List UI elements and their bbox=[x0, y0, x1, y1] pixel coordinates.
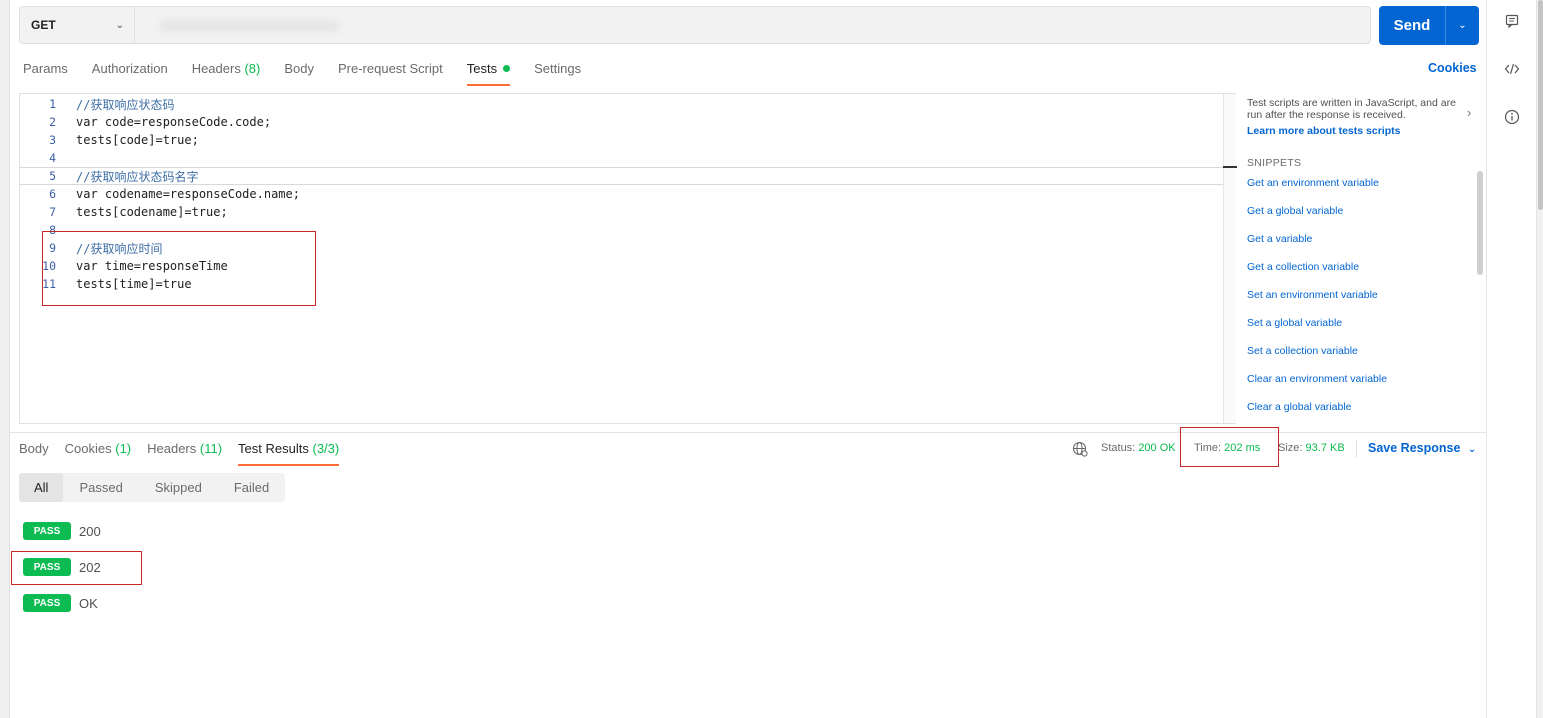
response-status: Status: 200 OK bbox=[1101, 442, 1176, 454]
window-scrollbar-thumb[interactable] bbox=[1538, 0, 1543, 210]
tab-params[interactable]: Params bbox=[23, 58, 68, 86]
tests-script-editor[interactable]: 1//获取响应状态码 2 var code=responseCode.code; … bbox=[19, 93, 1237, 424]
test-result-row: PASS 200 bbox=[23, 521, 101, 541]
editor-scroll-marker bbox=[1223, 166, 1237, 168]
snippet-item[interactable]: Get a collection variable bbox=[1247, 261, 1359, 273]
request-tabs: Params Authorization Headers (8) Body Pr… bbox=[23, 58, 605, 86]
filter-failed[interactable]: Failed bbox=[218, 473, 285, 502]
code-text: var code=responseCode.code; bbox=[76, 115, 272, 129]
snippet-item[interactable]: Clear a global variable bbox=[1247, 401, 1351, 413]
time-value: 202 ms bbox=[1224, 442, 1261, 454]
test-result-row: PASS 202 bbox=[23, 557, 101, 577]
editor-line: 9//获取响应时间 bbox=[49, 241, 163, 256]
editor-scrollbar[interactable] bbox=[1223, 94, 1236, 423]
pane-divider[interactable] bbox=[10, 432, 1486, 433]
cookies-link[interactable]: Cookies bbox=[1428, 61, 1477, 75]
filter-skipped[interactable]: Skipped bbox=[139, 473, 218, 502]
snippets-scrollbar-thumb[interactable] bbox=[1477, 171, 1483, 275]
tab-test-results[interactable]: Test Results (3/3) bbox=[238, 440, 340, 466]
send-options-chevron-icon[interactable]: ⌄ bbox=[1446, 6, 1479, 45]
editor-line: 11 tests[time]=true bbox=[42, 277, 192, 291]
info-icon[interactable] bbox=[1503, 108, 1521, 126]
headers-count: (8) bbox=[244, 61, 261, 76]
editor-line: 2 var code=responseCode.code; bbox=[49, 115, 272, 129]
tests-description: Test scripts are written in JavaScript, … bbox=[1247, 97, 1456, 121]
tab-pre-request-script[interactable]: Pre-request Script bbox=[338, 58, 443, 86]
snippet-item[interactable]: Set a collection variable bbox=[1247, 345, 1358, 357]
pass-badge: PASS bbox=[23, 594, 71, 612]
comment-icon[interactable] bbox=[1503, 12, 1521, 30]
tab-settings[interactable]: Settings bbox=[534, 58, 581, 86]
learn-more-link[interactable]: Learn more about tests scripts bbox=[1247, 125, 1400, 137]
test-results-count: (3/3) bbox=[312, 441, 340, 456]
collapse-panel-chevron-icon[interactable]: › bbox=[1467, 105, 1471, 120]
editor-line: 7 tests[codename]=true; bbox=[49, 205, 228, 219]
tests-indicator-dot bbox=[503, 65, 511, 72]
editor-line: 3 tests[code]=true; bbox=[49, 133, 199, 147]
tab-response-headers[interactable]: Headers (11) bbox=[147, 440, 222, 466]
test-name: 200 bbox=[79, 523, 101, 539]
url-bar: GET ⌄ bbox=[19, 6, 1371, 44]
right-sidebar bbox=[1486, 0, 1536, 718]
editor-line: 4 bbox=[49, 151, 56, 165]
response-time: Time: 202 ms bbox=[1194, 442, 1261, 454]
tab-response-cookies[interactable]: Cookies (1) bbox=[65, 440, 131, 466]
test-name: 202 bbox=[79, 559, 101, 575]
url-redacted bbox=[160, 20, 340, 32]
send-label[interactable]: Send bbox=[1379, 6, 1446, 45]
tab-body[interactable]: Body bbox=[284, 58, 314, 86]
chevron-down-icon: ⌄ bbox=[1467, 444, 1477, 455]
left-panel-edge bbox=[0, 0, 10, 718]
globe-icon[interactable] bbox=[1072, 441, 1088, 460]
size-value: 93.7 KB bbox=[1305, 442, 1345, 454]
method-label: GET bbox=[31, 18, 56, 32]
window-scrollbar[interactable] bbox=[1536, 0, 1543, 718]
editor-line: 8 bbox=[49, 223, 56, 237]
send-button[interactable]: Send ⌄ bbox=[1379, 6, 1479, 45]
test-result-row: PASS OK bbox=[23, 593, 98, 613]
response-size: Size: 93.7 KB bbox=[1278, 442, 1345, 454]
response-tabs: Body Cookies (1) Headers (11) Test Resul… bbox=[19, 440, 355, 466]
tab-authorization[interactable]: Authorization bbox=[92, 58, 168, 86]
save-response-button[interactable]: Save Response ⌄ bbox=[1368, 441, 1476, 455]
chevron-down-icon: ⌄ bbox=[115, 19, 124, 31]
snippet-item[interactable]: Get a global variable bbox=[1247, 205, 1343, 217]
snippet-item[interactable]: Get a variable bbox=[1247, 233, 1312, 245]
results-filter: All Passed Skipped Failed bbox=[19, 473, 286, 502]
editor-line: 6 var codename=responseCode.name; bbox=[49, 187, 300, 201]
code-icon[interactable] bbox=[1503, 60, 1521, 78]
snippets-title: SNIPPETS bbox=[1247, 157, 1302, 169]
snippets-panel: Test scripts are written in JavaScript, … bbox=[1237, 93, 1485, 424]
snippet-item[interactable]: Clear an environment variable bbox=[1247, 373, 1387, 385]
editor-line: 10 var time=responseTime bbox=[42, 259, 228, 273]
tab-headers[interactable]: Headers (8) bbox=[192, 58, 261, 86]
tab-tests[interactable]: Tests bbox=[466, 58, 511, 86]
method-select[interactable]: GET ⌄ bbox=[20, 7, 135, 43]
headers-count: (11) bbox=[199, 441, 223, 456]
status-value: 200 OK bbox=[1138, 442, 1176, 454]
pass-badge: PASS bbox=[23, 522, 71, 540]
editor-line: 1//获取响应状态码 bbox=[49, 97, 175, 112]
snippet-item[interactable]: Set an environment variable bbox=[1247, 289, 1378, 301]
editor-line-active: 5//获取响应状态码名字 bbox=[20, 167, 1223, 185]
tab-response-body[interactable]: Body bbox=[19, 440, 49, 466]
cookies-count: (1) bbox=[115, 441, 132, 456]
filter-all[interactable]: All bbox=[19, 473, 64, 502]
test-name: OK bbox=[79, 595, 98, 611]
separator bbox=[1356, 440, 1357, 458]
snippet-item[interactable]: Get an environment variable bbox=[1247, 177, 1379, 189]
snippet-item[interactable]: Set a global variable bbox=[1247, 317, 1342, 329]
pass-badge: PASS bbox=[23, 558, 71, 576]
filter-passed[interactable]: Passed bbox=[63, 473, 138, 502]
